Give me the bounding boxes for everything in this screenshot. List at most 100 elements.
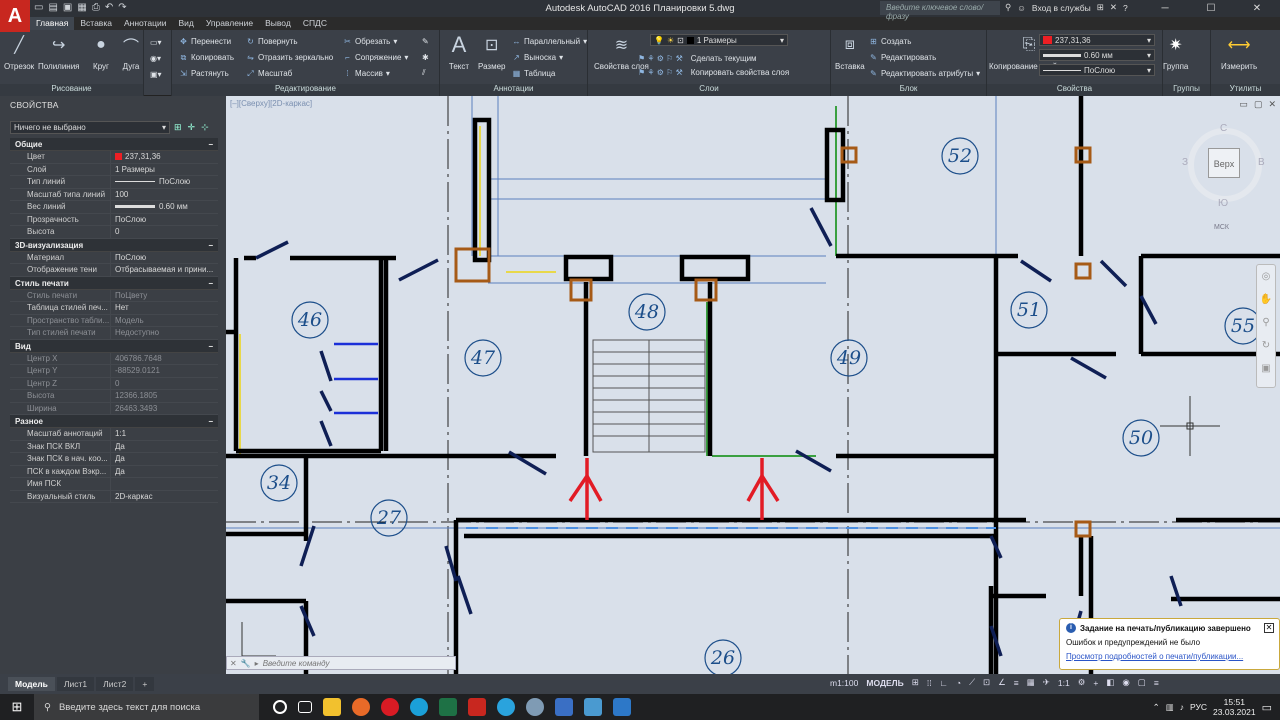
property-row[interactable]: Пространство табли... Модель bbox=[10, 314, 218, 327]
tray-arrow-icon[interactable]: ⌃ bbox=[1153, 702, 1160, 713]
add-icon[interactable]: + bbox=[1093, 678, 1098, 688]
tab-output[interactable]: Вывод bbox=[259, 17, 297, 30]
match-layer-button[interactable]: Копировать свойства слоя bbox=[691, 68, 789, 77]
layer-tool-icons[interactable]: ⚑ ⚘ ⚙ ⚐ ⚒ Сделать текущим bbox=[638, 52, 789, 64]
section-header[interactable]: Вид − bbox=[10, 339, 218, 353]
property-value[interactable]: 0 bbox=[110, 377, 218, 389]
property-row[interactable]: Стиль печати ПоЦвету bbox=[10, 289, 218, 302]
mirror-button[interactable]: ⇋ Отразить зеркально bbox=[246, 51, 333, 63]
section-header[interactable]: 3D-визуализация − bbox=[10, 238, 218, 252]
scale-indicator[interactable]: m1:100 bbox=[830, 678, 858, 688]
collapse-icon[interactable]: − bbox=[208, 140, 213, 149]
erase-icon[interactable]: ✎ bbox=[422, 35, 429, 47]
layers-panel-title[interactable]: Слои bbox=[588, 84, 830, 96]
viewcube-face[interactable]: Верх bbox=[1208, 148, 1240, 178]
property-row[interactable]: Имя ПСК bbox=[10, 478, 218, 491]
array-button[interactable]: ⁞ Массив ▾ bbox=[343, 67, 408, 79]
explorer-icon[interactable] bbox=[323, 698, 341, 716]
property-value[interactable]: Недоступно bbox=[110, 327, 218, 339]
property-row[interactable]: Вес линий 0.60 мм bbox=[10, 201, 218, 214]
annotation-scale[interactable]: 1:1 bbox=[1058, 678, 1070, 688]
start-button-icon[interactable]: ⊞ bbox=[0, 694, 34, 720]
hatch-icon[interactable]: ◉▾ bbox=[150, 52, 162, 64]
tab-insert[interactable]: Вставка bbox=[74, 17, 118, 30]
binoculars-icon[interactable]: ⚲ bbox=[1005, 2, 1011, 13]
polar-icon[interactable]: ◔ bbox=[956, 678, 961, 688]
viewcube[interactable]: Верх С В Ю З МСК bbox=[1182, 123, 1266, 236]
linetype-combo[interactable]: ПоСлою ▾ bbox=[1039, 64, 1155, 76]
autocad-logo-icon[interactable]: A bbox=[0, 0, 30, 32]
ortho-icon[interactable]: ∟ bbox=[940, 678, 948, 688]
zoom-icon[interactable]: ⚲ bbox=[1262, 317, 1269, 328]
clock[interactable]: 15:51 23.03.2021 bbox=[1213, 697, 1256, 717]
notification-center-icon[interactable]: ▭ bbox=[1262, 701, 1272, 714]
showmotion-icon[interactable]: ▣ bbox=[1261, 363, 1270, 374]
close-viewport-icon[interactable]: ✕ bbox=[1268, 99, 1276, 110]
maximize-viewport-icon[interactable]: ▢ bbox=[1254, 99, 1263, 110]
new-file-icon[interactable]: ▭ bbox=[34, 2, 43, 13]
draw-panel-title[interactable]: Рисование bbox=[0, 84, 143, 96]
network-app-icon[interactable] bbox=[584, 698, 602, 716]
fillet-button[interactable]: ⌐ Сопряжение ▾ bbox=[343, 51, 408, 63]
linear-dim-button[interactable]: ↔ Параллельный ▾ bbox=[512, 35, 588, 47]
isolate-icon[interactable]: ◧ bbox=[1106, 677, 1114, 688]
make-current-button[interactable]: Сделать текущим bbox=[691, 54, 757, 63]
exchange-icon[interactable]: ✕ bbox=[1110, 2, 1117, 13]
property-value[interactable] bbox=[110, 478, 218, 490]
collapse-icon[interactable]: − bbox=[208, 342, 213, 351]
property-row[interactable]: Тип стилей печати Недоступно bbox=[10, 327, 218, 340]
collapse-icon[interactable]: − bbox=[208, 417, 213, 426]
globe-app-icon[interactable] bbox=[526, 698, 544, 716]
property-value[interactable]: Да bbox=[110, 440, 218, 452]
volume-icon[interactable]: ♪ bbox=[1180, 702, 1184, 712]
model-space-button[interactable]: МОДЕЛЬ bbox=[866, 678, 903, 688]
search-input[interactable]: Введите ключевое слово/фразу bbox=[880, 1, 1000, 21]
snap-icon[interactable]: ⁞⁞ bbox=[927, 678, 932, 688]
property-value[interactable]: Модель bbox=[110, 314, 218, 326]
property-row[interactable]: Высота 12366.1805 bbox=[10, 390, 218, 403]
modify-panel-title[interactable]: Редактирование bbox=[172, 84, 439, 96]
tab-home[interactable]: Главная bbox=[30, 17, 75, 30]
text-button[interactable]: A Текст bbox=[448, 32, 470, 71]
property-row[interactable]: Знак ПСК ВКЛ Да bbox=[10, 440, 218, 453]
property-row[interactable]: Материал ПоСлою bbox=[10, 251, 218, 264]
customize-command-icon[interactable]: 🔧 bbox=[241, 659, 251, 668]
property-row[interactable]: Тип линий ПоСлою bbox=[10, 176, 218, 189]
hardware-accel-icon[interactable]: ◉ bbox=[1122, 677, 1129, 688]
open-icon[interactable]: ▤ bbox=[48, 2, 57, 13]
save-as-icon[interactable]: ▦ bbox=[77, 2, 86, 13]
pan-icon[interactable]: ✋ bbox=[1260, 294, 1272, 305]
photos-icon[interactable] bbox=[613, 698, 631, 716]
explode-icon[interactable]: ✱ bbox=[422, 51, 429, 63]
ucs-menu[interactable]: МСК bbox=[1214, 224, 1229, 231]
properties-panel-title[interactable]: Свойства bbox=[987, 84, 1162, 96]
property-row[interactable]: Ширина 26463.3493 bbox=[10, 402, 218, 415]
property-row[interactable]: ПСК в каждом Вэкр... Да bbox=[10, 465, 218, 478]
property-value[interactable]: 406786.7648 bbox=[110, 352, 218, 364]
transparency-icon[interactable]: ▦ bbox=[1027, 677, 1035, 688]
polyline-button[interactable]: ↪ Полилиния bbox=[38, 34, 80, 71]
excel-icon[interactable] bbox=[439, 698, 457, 716]
property-value[interactable]: 1 Размеры bbox=[110, 163, 218, 175]
clean-screen-icon[interactable]: ▢ bbox=[1138, 677, 1146, 688]
property-row[interactable]: Прозрачность ПоСлою bbox=[10, 213, 218, 226]
language-indicator[interactable]: РУС bbox=[1190, 702, 1207, 712]
command-history-icon[interactable]: ▸ bbox=[255, 659, 259, 668]
property-row[interactable]: Масштаб аннотаций 1:1 bbox=[10, 428, 218, 441]
property-value[interactable]: Нет bbox=[110, 302, 218, 314]
insert-button[interactable]: ⧈ Вставка bbox=[835, 34, 865, 71]
notes-icon[interactable] bbox=[555, 698, 573, 716]
annotation-visibility-icon[interactable]: ✈ bbox=[1043, 677, 1050, 688]
property-row[interactable]: Центр Z 0 bbox=[10, 377, 218, 390]
viewport-label[interactable]: [–][Сверху][2D-каркас] bbox=[230, 99, 312, 108]
offset-icon[interactable]: ⫽ bbox=[422, 67, 429, 79]
trim-button[interactable]: ✂ Обрезать ▾ bbox=[343, 35, 408, 47]
undo-icon[interactable]: ↶ bbox=[105, 2, 113, 13]
redo-icon[interactable]: ↷ bbox=[118, 2, 126, 13]
property-value[interactable]: Отбрасываемая и прини... bbox=[110, 264, 218, 276]
property-row[interactable]: Знак ПСК в нач. коо... Да bbox=[10, 453, 218, 466]
drawing-viewport[interactable]: [–][Сверху][2D-каркас] ▭ ▢ ✕ 52 46 47 48 49 5… bbox=[226, 96, 1280, 674]
property-row[interactable]: Высота 0 bbox=[10, 226, 218, 239]
steering-wheel-icon[interactable]: ◎ bbox=[1262, 271, 1271, 282]
help-icon[interactable]: ? bbox=[1123, 3, 1128, 13]
